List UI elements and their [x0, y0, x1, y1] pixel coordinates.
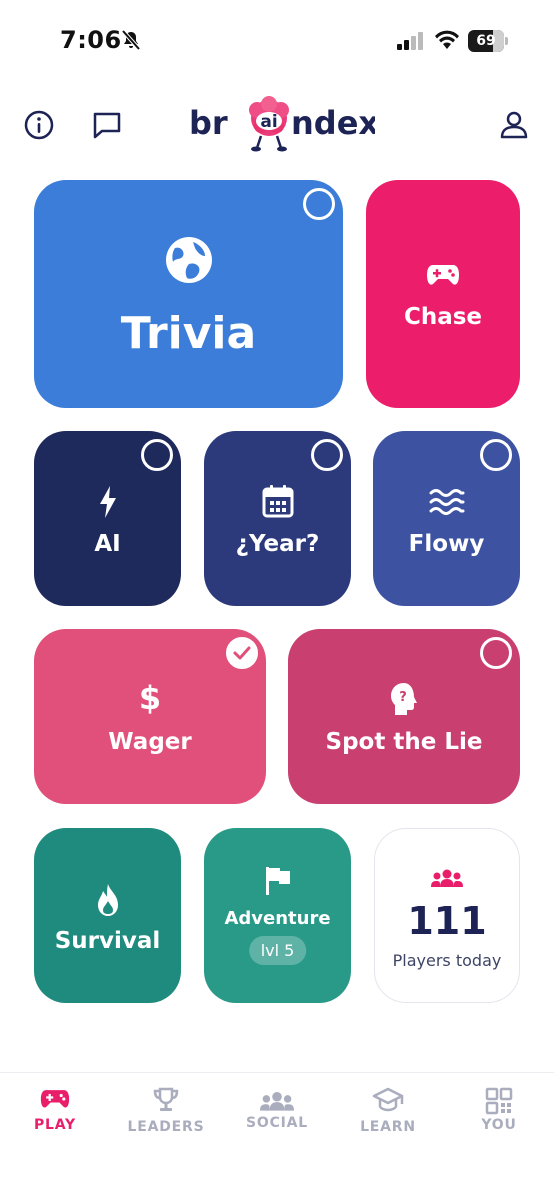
bottom-tab-bar: PLAY LEADERS SOCIAL LEARN YOU [0, 1072, 554, 1200]
brain-mascot-icon: br ai ndex [189, 96, 379, 152]
spot-the-lie-select-radio[interactable] [480, 637, 512, 669]
tab-learn-label: LEARN [360, 1119, 416, 1135]
chat-icon[interactable] [90, 108, 124, 142]
people-icon [431, 869, 463, 887]
graduation-cap-icon [372, 1087, 404, 1112]
checkmark-icon [233, 646, 251, 660]
trivia-tile[interactable]: Trivia [34, 180, 343, 408]
tab-play[interactable]: PLAY [0, 1083, 110, 1153]
cellular-signal-icon [397, 32, 423, 50]
survival-tile[interactable]: Survival [34, 828, 181, 1003]
adventure-level-badge: lvl 5 [248, 936, 307, 965]
wifi-icon [435, 30, 459, 49]
flowy-select-radio[interactable] [480, 439, 512, 471]
ai-select-radio[interactable] [141, 439, 173, 471]
wager-select-radio[interactable] [226, 637, 258, 669]
logo-prefix: br [189, 104, 228, 142]
tab-you-label: YOU [481, 1117, 517, 1133]
adventure-tile[interactable]: Adventure lvl 5 [204, 828, 351, 1003]
people-icon [260, 1091, 294, 1111]
gamepad-icon [40, 1090, 70, 1108]
players-today-label: Players today [392, 951, 502, 970]
trophy-icon [153, 1087, 179, 1111]
flowy-label: Flowy [408, 531, 485, 557]
ai-label: AI [94, 531, 121, 557]
trivia-select-radio[interactable] [303, 188, 335, 220]
brainindex-logo: br ai ndex [185, 92, 379, 158]
trivia-label: Trivia [120, 308, 257, 359]
calendar-icon [262, 485, 293, 518]
ai-tile[interactable]: AI [34, 431, 181, 606]
survival-label: Survival [54, 928, 161, 954]
status-bar: 7:06 69 [0, 0, 554, 80]
tab-you[interactable]: YOU [444, 1083, 554, 1153]
year-select-radio[interactable] [311, 439, 343, 471]
flag-icon [265, 867, 290, 895]
logo-suffix: ndex [291, 104, 375, 142]
tab-leaders[interactable]: LEADERS [111, 1083, 221, 1153]
tab-social-label: SOCIAL [245, 1115, 309, 1131]
svg-text:?: ? [399, 690, 407, 705]
wager-tile[interactable]: $ Wager [34, 629, 266, 804]
chase-label: Chase [403, 304, 483, 330]
spot-the-lie-label: Spot the Lie [325, 729, 483, 755]
svg-text:ai: ai [260, 112, 277, 132]
tab-leaders-label: LEADERS [127, 1119, 205, 1135]
year-tile[interactable]: ¿Year? [204, 431, 351, 606]
dollar-icon: $ [138, 679, 162, 717]
silent-bell-icon [121, 29, 141, 51]
gamepad-icon [427, 265, 459, 285]
flame-icon [97, 884, 118, 916]
grid-icon [485, 1087, 513, 1115]
head-question-icon: ? [391, 683, 417, 715]
info-icon[interactable] [22, 108, 56, 142]
flowy-tile[interactable]: Flowy [373, 431, 520, 606]
tab-social[interactable]: SOCIAL [222, 1083, 332, 1153]
wager-label: Wager [108, 729, 192, 755]
players-today-card: 111 Players today [374, 828, 520, 1003]
clock: 7:06 [60, 26, 122, 54]
waves-icon [429, 489, 464, 515]
lightning-bolt-icon [99, 486, 116, 518]
year-label: ¿Year? [235, 531, 320, 557]
players-count: 111 [407, 899, 487, 943]
tab-play-label: PLAY [33, 1117, 76, 1133]
globe-icon [165, 237, 212, 283]
tab-learn[interactable]: LEARN [333, 1083, 443, 1153]
chase-tile[interactable]: Chase [366, 180, 520, 408]
adventure-label: Adventure [224, 908, 331, 929]
battery-indicator: 69 [468, 30, 508, 52]
spot-the-lie-tile[interactable]: ? Spot the Lie [288, 629, 520, 804]
profile-icon[interactable] [497, 108, 531, 142]
